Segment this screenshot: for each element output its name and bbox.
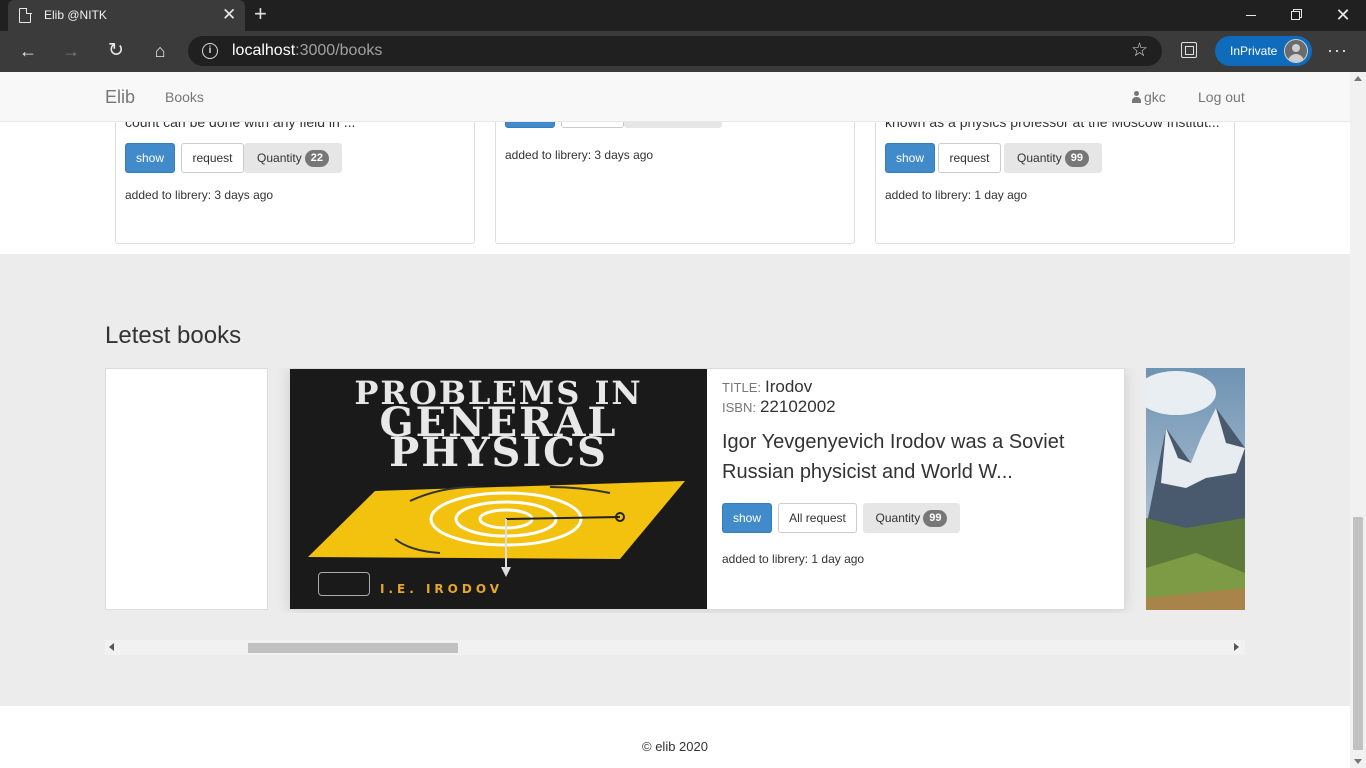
page-scrollbar[interactable] <box>1350 72 1366 768</box>
book-isbn: 22102002 <box>759 397 836 416</box>
reload-icon[interactable]: ↻ <box>101 37 131 65</box>
page-viewport: count can be done with any field in ... … <box>0 72 1350 768</box>
restore-button[interactable] <box>1274 0 1320 31</box>
publisher-seal <box>318 572 370 596</box>
scrollbar-thumb[interactable] <box>248 643 458 653</box>
latest-books-section: Letest books PROBLEMS IN GENERAL PHYSICS <box>0 254 1350 706</box>
books-carousel[interactable]: PROBLEMS IN GENERAL PHYSICS I.E. IRODOV … <box>105 368 1245 613</box>
quantity-button[interactable]: Quantity 99 <box>1004 143 1102 173</box>
nav-user-link[interactable]: gkc <box>1132 89 1166 105</box>
user-icon <box>1132 91 1141 103</box>
request-button[interactable]: request <box>938 143 1001 173</box>
quantity-label: Quantity <box>257 151 302 165</box>
book-title: Irodov <box>765 377 813 396</box>
home-icon[interactable]: ⌂ <box>145 37 175 65</box>
scroll-right-icon[interactable] <box>1234 643 1239 651</box>
show-button[interactable]: show <box>125 143 175 173</box>
added-date: added to librery: 1 day ago <box>722 552 865 566</box>
nav-username: gkc <box>1144 89 1166 105</box>
inprivate-label: InPrivate <box>1230 44 1278 58</box>
quantity-label: Quantity <box>875 511 921 525</box>
added-date: added to librery: 3 days ago <box>125 188 274 202</box>
quantity-badge: 99 <box>923 510 948 527</box>
show-button[interactable]: show <box>722 503 772 533</box>
brand-link[interactable]: Elib <box>105 87 135 108</box>
url-host: localhost <box>232 42 296 59</box>
scrollbar-thumb[interactable] <box>1353 517 1363 750</box>
url-path: :3000/books <box>295 42 383 59</box>
quantity-button[interactable]: Quantity 22 <box>244 143 342 173</box>
close-tab-icon[interactable]: ✕ <box>222 5 236 25</box>
page-icon <box>19 7 32 23</box>
address-bar[interactable]: i localhost:3000/books ☆ <box>188 36 1162 66</box>
favorite-star-icon[interactable]: ☆ <box>1131 39 1148 62</box>
quantity-badge: 22 <box>304 150 329 167</box>
scroll-down-icon[interactable] <box>1354 759 1362 764</box>
tab-title: Elib @NITK <box>44 8 107 22</box>
site-info-icon[interactable]: i <box>202 43 218 59</box>
new-tab-icon[interactable]: + <box>254 1 267 27</box>
site-navbar: Elib Books gkc Log out <box>0 72 1350 122</box>
quantity-label: Quantity <box>1017 151 1062 165</box>
scroll-left-icon[interactable] <box>109 643 114 651</box>
url-text[interactable]: localhost:3000/books <box>232 42 382 60</box>
added-date: added to librery: 3 days ago <box>505 148 654 162</box>
added-date: added to librery: 1 day ago <box>885 188 1028 202</box>
footer-copyright: © elib 2020 <box>642 739 708 754</box>
quantity-badge: 99 <box>1064 150 1089 167</box>
mountain-image[interactable] <box>1146 368 1245 610</box>
quantity-button[interactable]: Quantity 99 <box>863 503 960 533</box>
title-label: TITLE: <box>722 380 762 395</box>
close-window-button[interactable]: ✕ <box>1320 0 1366 31</box>
carousel-scrollbar[interactable] <box>105 640 1245 655</box>
isbn-label: ISBN: <box>722 400 756 415</box>
book-slide: PROBLEMS IN GENERAL PHYSICS I.E. IRODOV … <box>289 368 1125 610</box>
back-arrow-icon[interactable]: ← <box>13 37 43 65</box>
browser-titlebar: Elib @NITK ✕ + ✕ <box>0 0 1366 31</box>
inprivate-button[interactable]: InPrivate <box>1215 36 1312 66</box>
minimize-button[interactable] <box>1228 0 1274 31</box>
book-isbn-row: ISBN: 22102002 <box>722 397 1112 417</box>
forward-arrow-icon[interactable]: → <box>56 37 86 65</box>
request-button[interactable]: request <box>181 143 244 173</box>
show-button[interactable]: show <box>885 143 935 173</box>
book-slide <box>1146 368 1245 610</box>
book-slide <box>105 368 268 610</box>
profile-avatar <box>1284 39 1308 63</box>
book-info: TITLE: Irodov ISBN: 22102002 Igor Yevgenye… <box>722 377 1112 487</box>
all-request-button[interactable]: All request <box>778 503 857 533</box>
section-heading: Letest books <box>105 322 242 349</box>
cover-author: I.E. IRODOV <box>380 582 503 596</box>
browser-toolbar: ← → ↻ ⌂ i localhost:3000/books ☆ <box>0 31 1366 72</box>
more-options-icon[interactable]: ··· <box>1327 40 1348 61</box>
book-title-row: TITLE: Irodov <box>722 377 1112 397</box>
book-description: Igor Yevgenyevich Irodov was a Soviet Ru… <box>722 431 1065 483</box>
scroll-up-icon[interactable] <box>1354 76 1362 81</box>
nav-books-link[interactable]: Books <box>165 89 204 105</box>
browser-tab[interactable]: Elib @NITK ✕ <box>8 0 245 31</box>
collections-icon[interactable] <box>1181 42 1197 58</box>
logout-link[interactable]: Log out <box>1198 89 1245 105</box>
page-footer: © elib 2020 <box>0 706 1350 768</box>
book-cover-image[interactable]: PROBLEMS IN GENERAL PHYSICS I.E. IRODOV <box>290 369 707 609</box>
